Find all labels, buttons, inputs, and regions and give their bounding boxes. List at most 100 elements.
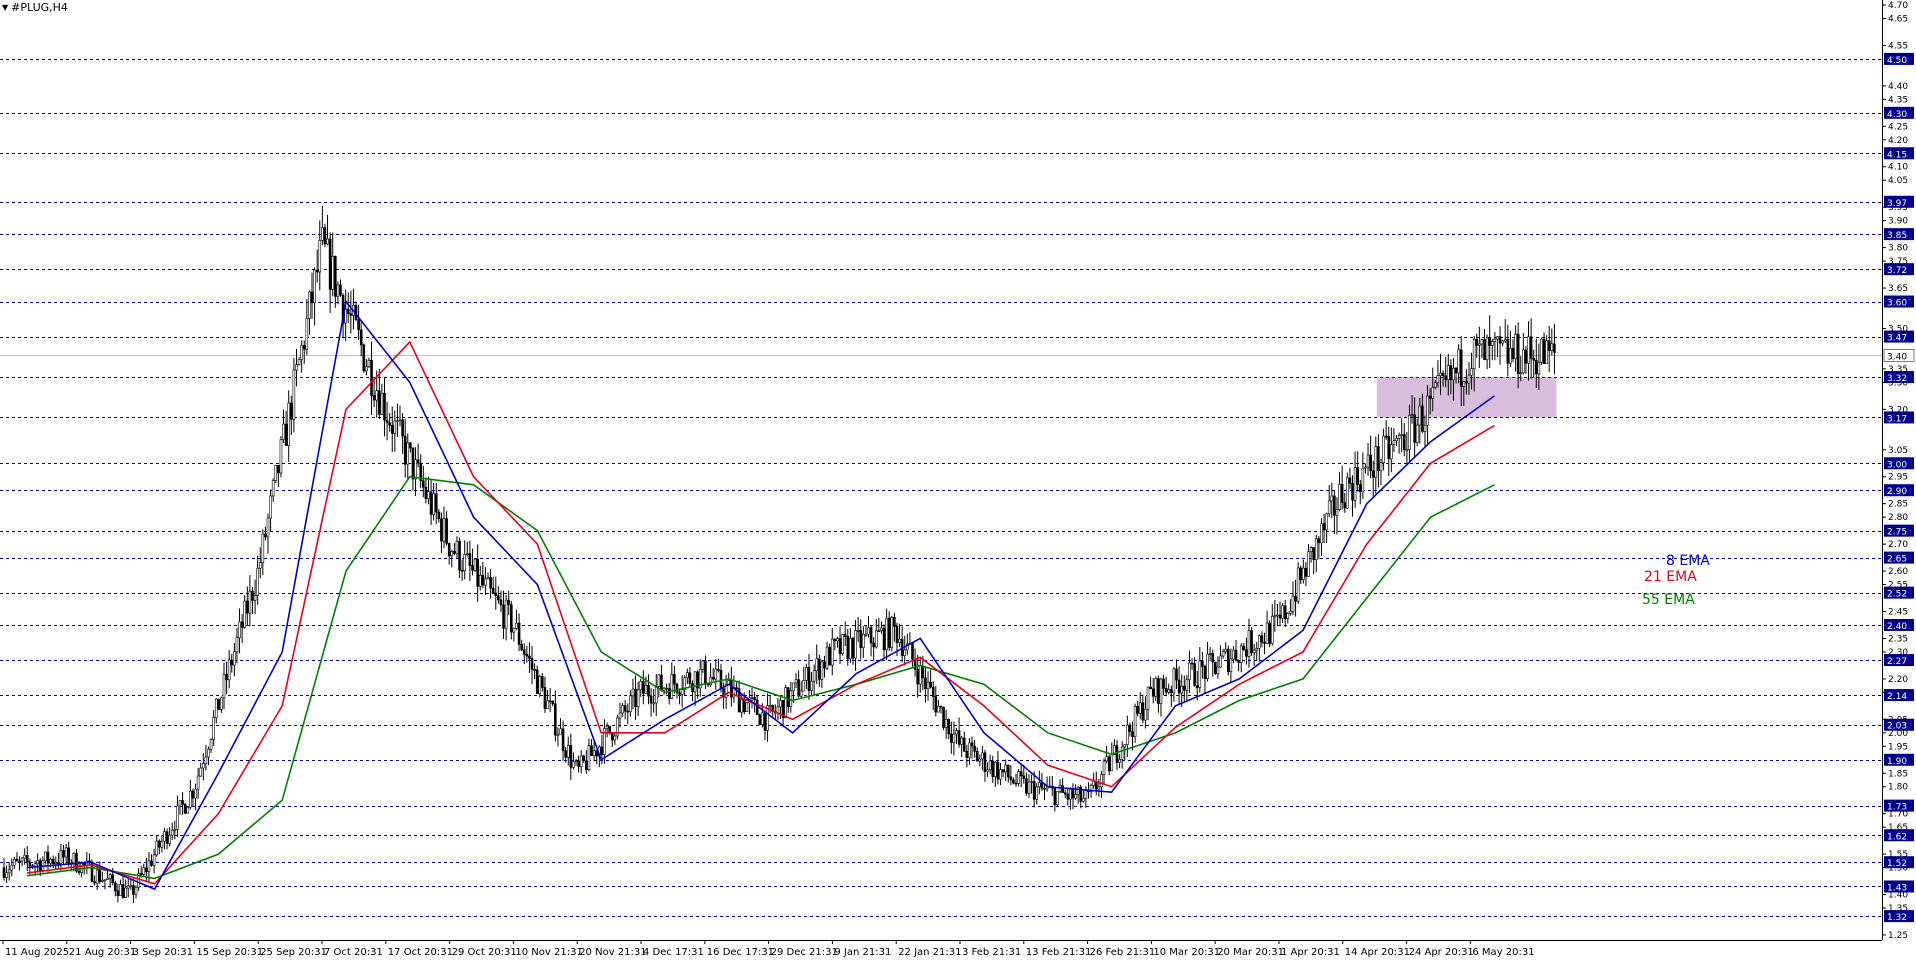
candle-body — [1237, 659, 1240, 663]
candle-body — [1120, 746, 1124, 760]
candle-body — [23, 855, 27, 859]
level-badge-label: 2.27 — [1887, 657, 1907, 667]
x-tick-label: 17 Oct 20:31 — [388, 947, 453, 958]
candle-body — [528, 655, 531, 659]
candle-body — [867, 627, 870, 635]
candle-body — [825, 646, 829, 669]
candle-body — [981, 752, 984, 760]
candle-body — [805, 667, 808, 681]
candle-body — [874, 630, 878, 648]
candle-body — [284, 423, 288, 446]
candle-body — [898, 639, 901, 643]
candle-body — [779, 700, 782, 708]
candle-body — [359, 329, 363, 346]
candle-body — [812, 670, 816, 682]
candle-body — [15, 858, 19, 862]
candle-body — [243, 600, 247, 628]
candle-body — [701, 660, 705, 670]
candle-body — [877, 630, 881, 633]
candle-body — [2, 867, 6, 878]
candle-body — [642, 681, 645, 694]
candle-body — [1457, 349, 1460, 374]
candle-body — [818, 658, 821, 680]
candle-body — [290, 402, 293, 420]
candle-body — [481, 574, 485, 586]
candle-body — [1524, 349, 1528, 364]
candle-body — [1234, 649, 1238, 661]
candle-body — [1102, 760, 1106, 775]
candle-body — [1387, 435, 1391, 460]
candle-body — [1307, 551, 1310, 577]
candle-body — [592, 750, 596, 756]
candle-body — [623, 705, 627, 712]
candle-body — [95, 869, 99, 884]
candle-body — [742, 699, 746, 712]
candle-body — [538, 676, 542, 694]
candle-body — [1224, 648, 1227, 653]
candle-body — [1366, 454, 1370, 468]
candle-body — [1462, 381, 1466, 387]
candle-body — [1364, 466, 1367, 469]
candle-body — [225, 673, 228, 681]
candle-body — [1164, 688, 1168, 693]
candle-body — [554, 703, 557, 736]
candle-body — [1232, 649, 1235, 660]
candle-body — [1115, 745, 1119, 763]
legend-ema55: 55 EMA — [1642, 592, 1695, 608]
candle-body — [365, 366, 368, 372]
candle-body — [157, 840, 161, 848]
candle-body — [414, 459, 417, 480]
candle-body — [207, 748, 210, 758]
candle-body — [895, 626, 899, 643]
candle-body — [794, 679, 798, 684]
candle-body — [667, 688, 671, 699]
y-tick-label: 3.05 — [1888, 446, 1908, 456]
candle-body — [132, 885, 135, 895]
candle-body — [1405, 449, 1409, 451]
x-tick-label: 14 Apr 20:31 — [1345, 947, 1410, 958]
candle-body — [98, 869, 102, 882]
candle-body — [1431, 387, 1435, 399]
candle-body — [1309, 547, 1313, 553]
candle-body — [1141, 702, 1145, 721]
candle-body — [455, 540, 459, 554]
candle-body — [67, 847, 71, 864]
candle-body — [497, 595, 500, 601]
candle-body — [1027, 781, 1031, 794]
candle-body — [1501, 340, 1504, 344]
candle-body — [600, 746, 604, 755]
x-tick-label: 22 Jan 21:31 — [898, 947, 961, 958]
candle-body — [199, 767, 203, 777]
candle-body — [942, 706, 945, 728]
y-tick-label: 4.05 — [1888, 176, 1908, 186]
candle-body — [139, 873, 143, 875]
candle-body — [944, 719, 948, 728]
y-tick-label: 1.80 — [1888, 783, 1908, 793]
candle-body — [960, 737, 963, 745]
x-tick-label: 10 Mar 20:31 — [1153, 947, 1220, 958]
candle-body — [346, 308, 350, 314]
candle-body — [7, 869, 11, 874]
y-tick-label: 2.95 — [1888, 473, 1908, 483]
candle-body — [181, 800, 184, 805]
candle-body — [504, 599, 508, 629]
candle-body — [792, 682, 795, 692]
candle-body — [797, 679, 800, 697]
candle-body — [1537, 362, 1541, 375]
candle-body — [1340, 483, 1344, 503]
candle-body — [1522, 349, 1525, 374]
dropdown-triangle-icon[interactable]: ▼ — [2, 3, 8, 12]
x-tick-label: 11 Aug 2025 — [5, 947, 69, 958]
candle-body — [955, 730, 958, 735]
candle-body — [20, 857, 24, 862]
x-tick-label: 29 Dec 21:31 — [771, 947, 838, 958]
x-tick-label: 29 Oct 20:31 — [452, 947, 517, 958]
chart-window[interactable]: ▼ #PLUG,H4 4.70 4.65 4.55 4.40 4.35 4.25 4.20 4… — [0, 0, 1916, 963]
chart-title: ▼ #PLUG,H4 — [2, 1, 68, 14]
candle-body — [62, 849, 65, 858]
candle-body — [253, 595, 257, 601]
price-chart[interactable]: 4.704.654.554.404.354.254.204.104.053.95… — [0, 0, 1916, 963]
x-tick-label: 6 May 20:31 — [1472, 947, 1534, 958]
candle-body — [1203, 666, 1207, 679]
level-badge-label: 2.14 — [1887, 692, 1907, 702]
